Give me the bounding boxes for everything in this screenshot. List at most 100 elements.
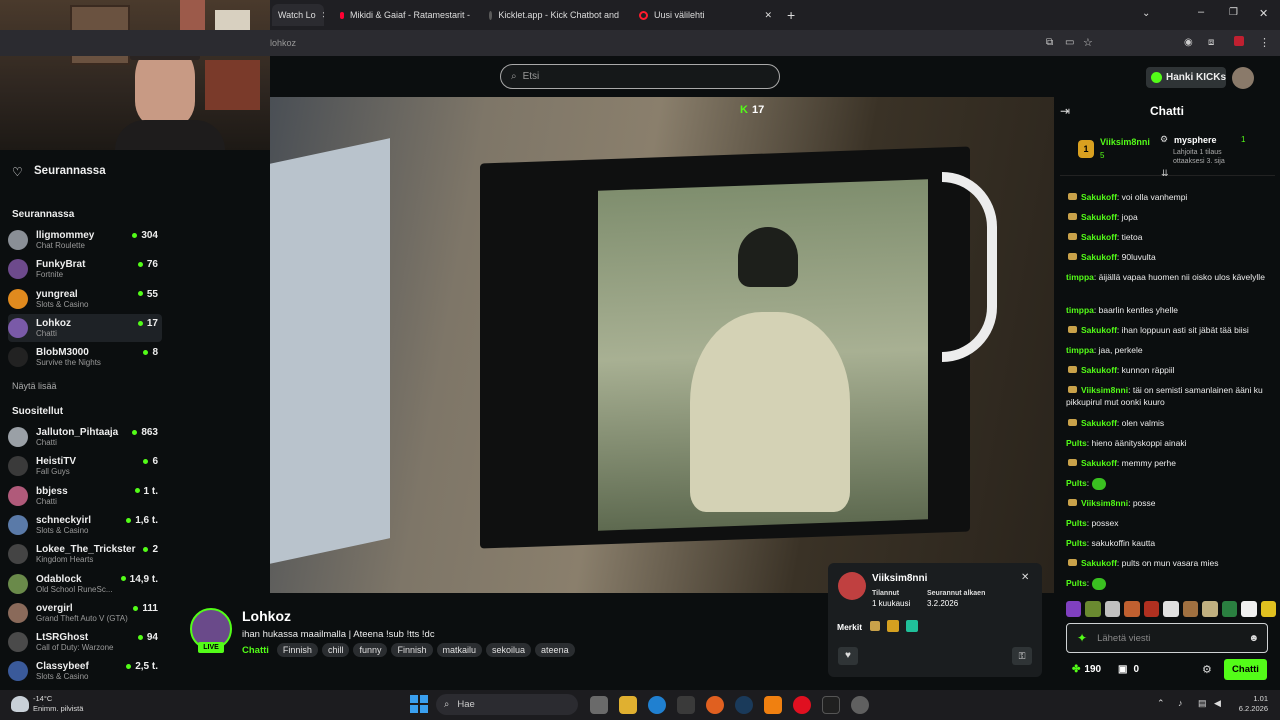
emote-icon[interactable] xyxy=(1260,601,1276,617)
sparkle-icon[interactable]: ✦ xyxy=(1077,631,1087,645)
settings-icon[interactable]: ⚙ xyxy=(1202,663,1212,676)
video-player[interactable]: K 17 xyxy=(270,97,1054,593)
chat-username[interactable]: Sakukoff xyxy=(1081,418,1117,428)
maximize-icon[interactable]: ❐ xyxy=(1229,7,1238,18)
sidebar-channel[interactable]: Odablock Old School RuneSc... 14,9 t. xyxy=(8,570,162,598)
channel-points[interactable]: ✤ 190 xyxy=(1072,664,1101,675)
close-icon[interactable]: ✕ xyxy=(1021,572,1029,583)
emote-icon[interactable] xyxy=(1163,601,1179,617)
search-input[interactable]: ⌕ Etsi xyxy=(500,64,780,89)
chat-username[interactable]: Sakukoff xyxy=(1081,252,1117,262)
emote-icon[interactable] xyxy=(1241,601,1257,617)
tab-new[interactable]: Uusi välilehti ✕ xyxy=(633,4,778,26)
obs-icon[interactable] xyxy=(851,696,869,714)
tag-chip[interactable]: funny xyxy=(353,643,388,657)
get-kicks-button[interactable]: Hanki KICKs xyxy=(1146,67,1226,88)
emote-icon[interactable] xyxy=(1066,601,1082,617)
sidebar-channel[interactable]: yungreal Slots & Casino 55 xyxy=(8,285,162,313)
menu-icon[interactable]: ⋮ xyxy=(1259,36,1270,49)
volume-icon[interactable]: ◀ xyxy=(1214,698,1221,709)
send-button[interactable]: Chatti xyxy=(1224,659,1267,680)
terminal-icon[interactable] xyxy=(822,696,840,714)
tag-chip[interactable]: matkailu xyxy=(436,643,483,657)
weather-icon[interactable] xyxy=(11,696,29,712)
chat-username[interactable]: Sakukoff xyxy=(1081,192,1117,202)
top-gifter-name[interactable]: Viiksim8nni xyxy=(1100,137,1150,147)
collapse-chat-icon[interactable]: ⇥ xyxy=(1060,104,1070,118)
chat-username[interactable]: Sakukoff xyxy=(1081,325,1117,335)
emote-icon[interactable] xyxy=(1182,601,1199,617)
bookmark-icon[interactable]: ☆ xyxy=(1083,36,1093,49)
chevron-down-icon[interactable]: ⌄ xyxy=(1142,8,1150,19)
emote-icon[interactable] xyxy=(1085,601,1101,617)
emote-icon[interactable] xyxy=(1143,601,1160,617)
sidebar-channel[interactable]: Classybeef Slots & Casino 2,5 t. xyxy=(8,657,162,685)
extension-icon[interactable] xyxy=(1234,36,1244,46)
account-icon[interactable]: ◉ xyxy=(1184,37,1193,48)
opera-taskbar-icon[interactable] xyxy=(793,696,811,714)
chat-username[interactable]: Viiksim8nni xyxy=(1081,385,1128,395)
sidebar-channel[interactable]: overgirl Grand Theft Auto V (GTA) 111 xyxy=(8,599,162,627)
start-icon[interactable] xyxy=(410,695,428,713)
show-more-link[interactable]: Näytä lisää xyxy=(12,381,57,391)
network-icon[interactable]: ▤ xyxy=(1198,698,1207,709)
file-explorer-icon[interactable] xyxy=(619,696,637,714)
sidebar-channel[interactable]: Jalluton_Pihtaaja Chatti 863 xyxy=(8,423,162,451)
cast-icon[interactable]: ▭ xyxy=(1065,37,1074,48)
clock-time[interactable]: 1.01 xyxy=(1224,694,1268,703)
chat-username[interactable]: Pults xyxy=(1066,518,1087,528)
sidebar-channel[interactable]: schneckyirl Slots & Casino 1,6 t. xyxy=(8,511,162,539)
chat-username[interactable]: Pults xyxy=(1066,538,1087,548)
screenshot-icon[interactable]: ⧉ xyxy=(1046,37,1053,48)
close-icon[interactable]: ✕ xyxy=(764,10,772,21)
gift-counter[interactable]: ▣ 0 xyxy=(1118,664,1139,675)
emote-icon[interactable] xyxy=(1104,601,1121,617)
extensions-icon[interactable]: ⧈ xyxy=(1208,37,1214,48)
weather-temp[interactable]: -14°C xyxy=(33,694,52,703)
chat-username[interactable]: Viiksim8nni xyxy=(1081,498,1128,508)
chat-input[interactable]: ✦ Lähetä viesti ☻ xyxy=(1066,623,1268,653)
chat-username[interactable]: Pults xyxy=(1066,478,1087,488)
tag-chip[interactable]: Finnish xyxy=(276,643,318,657)
edge-icon[interactable] xyxy=(648,696,666,714)
weather-desc[interactable]: Enimm. pilvistä xyxy=(33,704,83,713)
chat-username[interactable]: timppa xyxy=(1066,305,1094,315)
moderate-icon[interactable]: ⚿ xyxy=(1012,647,1032,665)
tab-watch[interactable]: Watch Lo ✕ xyxy=(272,4,324,26)
channel-name[interactable]: Lohkoz xyxy=(242,608,291,624)
close-icon[interactable]: ✕ xyxy=(322,10,324,21)
taskbar-search[interactable]: ⌕ Hae xyxy=(436,694,578,715)
tab-kicklet[interactable]: Kicklet.app - Kick Chatbot and xyxy=(483,4,625,26)
vlc-icon[interactable] xyxy=(764,696,782,714)
url-field[interactable]: lohkoz xyxy=(270,38,296,48)
tab-youtube[interactable]: Mikidi & Gaiaf - Ratamestarit - xyxy=(334,4,476,26)
sidebar-channel[interactable]: HeistiTV Fall Guys 6 xyxy=(8,452,162,480)
emote-icon[interactable] xyxy=(1202,601,1218,617)
gift-user[interactable]: mysphere xyxy=(1174,135,1217,145)
emote-icon[interactable] xyxy=(1124,601,1140,617)
steam-icon[interactable] xyxy=(735,696,753,714)
chat-username[interactable]: timppa xyxy=(1066,345,1094,355)
expand-icon[interactable]: ⇊ xyxy=(1161,168,1169,179)
sidebar-channel[interactable]: bbjess Chatti 1 t. xyxy=(8,482,162,510)
chat-username[interactable]: Sakukoff xyxy=(1081,365,1117,375)
tray-chevron-icon[interactable]: ⌃ xyxy=(1157,698,1165,709)
chat-username[interactable]: Pults xyxy=(1066,578,1087,588)
chat-username[interactable]: timppa xyxy=(1066,272,1094,282)
chat-username[interactable]: Sakukoff xyxy=(1081,232,1117,242)
sidebar-channel[interactable]: Lokee_The_Trickster Kingdom Hearts 2 xyxy=(8,540,162,568)
store-icon[interactable] xyxy=(677,696,695,714)
chat-username[interactable]: Sakukoff xyxy=(1081,558,1117,568)
firefox-icon[interactable] xyxy=(706,696,724,714)
sidebar-channel[interactable]: BlobM3000 Survive the Nights 8 xyxy=(8,343,162,371)
microphone-icon[interactable]: ♪ xyxy=(1178,698,1183,708)
avatar[interactable] xyxy=(1232,67,1254,89)
task-view-icon[interactable] xyxy=(590,696,608,714)
tag-chip[interactable]: Finnish xyxy=(391,643,433,657)
sidebar-title[interactable]: Seurannassa xyxy=(34,165,106,177)
close-window-icon[interactable]: ✕ xyxy=(1259,7,1268,20)
clock-date[interactable]: 6.2.2026 xyxy=(1224,704,1268,713)
sidebar-channel[interactable]: FunkyBrat Fortnite 76 xyxy=(8,255,162,283)
category-link[interactable]: Chatti xyxy=(242,645,269,656)
sidebar-channel[interactable]: lligmommey Chat Roulette 304 xyxy=(8,226,162,254)
